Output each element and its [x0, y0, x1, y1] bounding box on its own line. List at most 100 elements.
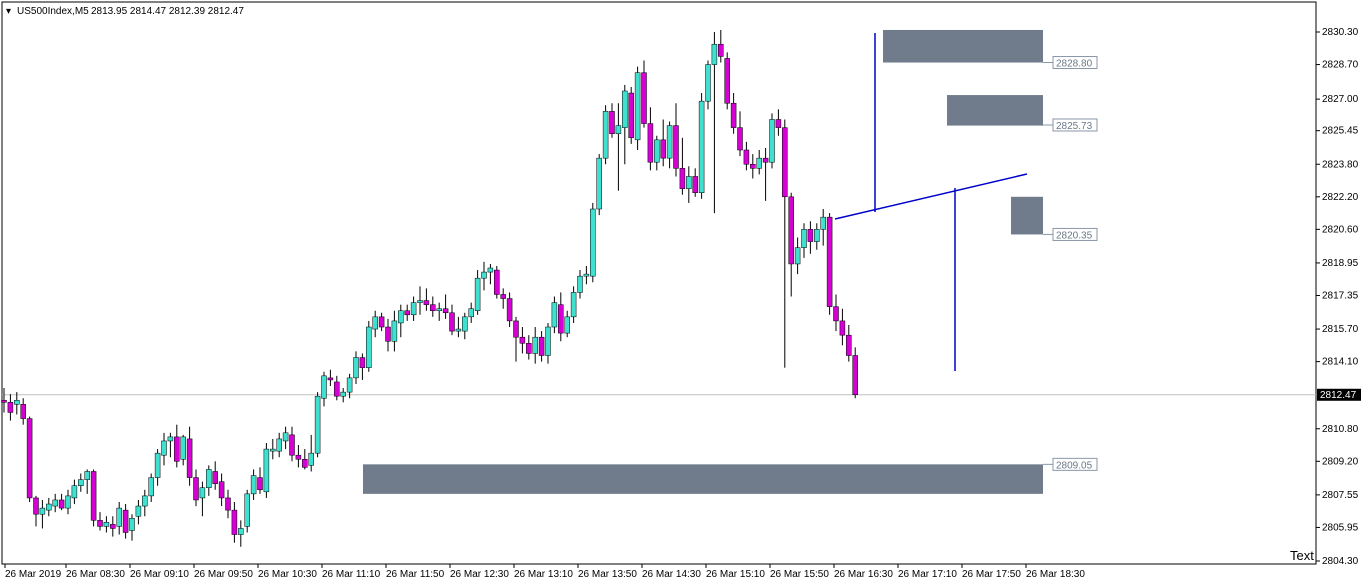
y-tick-label: 2828.70 — [1322, 60, 1359, 71]
x-tick-label: 26 Mar 10:30 — [258, 569, 317, 580]
bull-candle — [564, 316, 570, 334]
bear-candle — [33, 497, 39, 515]
bull-candle — [756, 157, 762, 169]
bear-candle — [193, 477, 199, 501]
bear-candle — [122, 509, 129, 533]
bear-candle — [826, 216, 833, 307]
x-tick-label: 26 Mar 18:30 — [1026, 569, 1085, 580]
x-tick-label: 26 Mar 14:30 — [642, 569, 701, 580]
price-chart[interactable]: 2828.80 2825.73 2820.35 2809.05 2830.30 2828… — [0, 0, 1362, 585]
bull-candle — [276, 438, 282, 452]
bear-candle — [743, 149, 750, 165]
zone-price-label: 2820.35 — [1056, 230, 1093, 241]
bear-candle — [526, 343, 532, 354]
bear-candle — [519, 336, 526, 344]
bull-candle — [487, 267, 494, 273]
bull-candle — [39, 507, 46, 515]
bull-candle — [570, 292, 577, 318]
y-tick-label: 2822.20 — [1322, 192, 1359, 203]
y-tick-label: 2809.20 — [1322, 456, 1359, 467]
y-tick-label: 2830.30 — [1322, 27, 1359, 38]
x-tick-label: 26 Mar 15:50 — [770, 569, 829, 580]
bear-candle — [334, 381, 340, 397]
bear-candle — [430, 304, 436, 311]
bull-candle — [551, 302, 558, 328]
x-tick-label: 26 Mar 09:50 — [194, 569, 253, 580]
x-tick-label: 26 Mar 17:10 — [898, 569, 957, 580]
ohlc-readout: 2813.95 2814.47 2812.39 2812.47 — [91, 6, 244, 17]
bear-candle — [327, 377, 334, 381]
bear-candle — [58, 499, 65, 509]
y-tick-label: 2827.00 — [1322, 94, 1359, 105]
bear-candle — [730, 102, 737, 128]
corner-text-label: Text — [1290, 548, 1314, 563]
y-tick-label: 2815.70 — [1322, 324, 1359, 335]
bear-candle — [788, 196, 794, 265]
bull-candle — [820, 216, 826, 230]
bear-candle — [660, 139, 666, 159]
bear-candle — [26, 418, 33, 499]
bear-candle — [449, 312, 455, 332]
bull-candle — [353, 357, 359, 379]
bull-candle — [180, 436, 186, 460]
bull-candle — [391, 320, 398, 342]
y-tick-label: 2805.95 — [1322, 522, 1359, 533]
y-tick-label: 2818.95 — [1322, 258, 1359, 269]
bull-candle — [154, 452, 161, 478]
bear-candle — [679, 168, 686, 189]
bull-candle — [686, 176, 692, 189]
bull-candle — [71, 485, 78, 499]
x-tick-label: 26 Mar 11:50 — [386, 569, 445, 580]
bear-candle — [494, 269, 500, 295]
bull-candle — [602, 111, 609, 159]
bear-candle — [833, 306, 839, 322]
bull-candle — [455, 328, 462, 332]
bull-candle — [698, 100, 705, 193]
x-tick-label: 26 Mar 09:10 — [130, 569, 189, 580]
bear-candle — [20, 404, 26, 419]
bear-candle — [724, 58, 730, 104]
bear-candle — [359, 357, 366, 368]
bear-candle — [212, 471, 218, 484]
bear-candle — [7, 402, 14, 413]
current-price-label: 2812.47 — [1320, 390, 1357, 401]
bull-candle — [148, 477, 154, 497]
bear-candle — [231, 509, 238, 535]
bear-candle — [506, 298, 513, 322]
zone-price-label: 2828.80 — [1056, 59, 1093, 70]
bear-candle — [423, 300, 430, 305]
bull-candle — [462, 316, 468, 332]
price-zone — [883, 29, 1043, 63]
bear-candle — [186, 438, 193, 478]
bear-candle — [852, 355, 858, 396]
price-zone — [1011, 196, 1043, 235]
bull-candle — [794, 247, 801, 265]
bull-candle — [135, 505, 142, 517]
bull-candle — [250, 475, 257, 495]
bull-candle — [84, 471, 90, 480]
bull-candle — [263, 448, 270, 493]
bull-candle — [206, 469, 212, 489]
bull-candle — [270, 448, 276, 452]
chart-window: 2828.80 2825.73 2820.35 2809.05 2830.30 2828… — [0, 0, 1362, 585]
x-tick-label: 26 Mar 12:30 — [450, 569, 509, 580]
bear-candle — [90, 471, 97, 521]
bull-candle — [308, 452, 314, 466]
bull-candle — [372, 316, 378, 330]
y-tick-label: 2807.55 — [1322, 490, 1359, 501]
zone-price-label: 2809.05 — [1056, 460, 1093, 471]
bear-candle — [404, 310, 410, 316]
bear-candle — [775, 119, 782, 128]
bear-candle — [538, 336, 545, 356]
bull-candle — [116, 507, 122, 527]
bear-candle — [762, 157, 769, 163]
bear-candle — [385, 326, 391, 342]
y-tick-label: 2820.60 — [1322, 224, 1359, 235]
x-tick-label: 26 Mar 2019 — [5, 569, 62, 580]
bear-candle — [750, 164, 756, 169]
bull-candle — [282, 432, 289, 442]
bear-candle — [257, 477, 263, 491]
symbol-header-triangle: ▾ — [6, 6, 11, 17]
bear-candle — [500, 294, 506, 299]
bear-candle — [513, 320, 519, 338]
